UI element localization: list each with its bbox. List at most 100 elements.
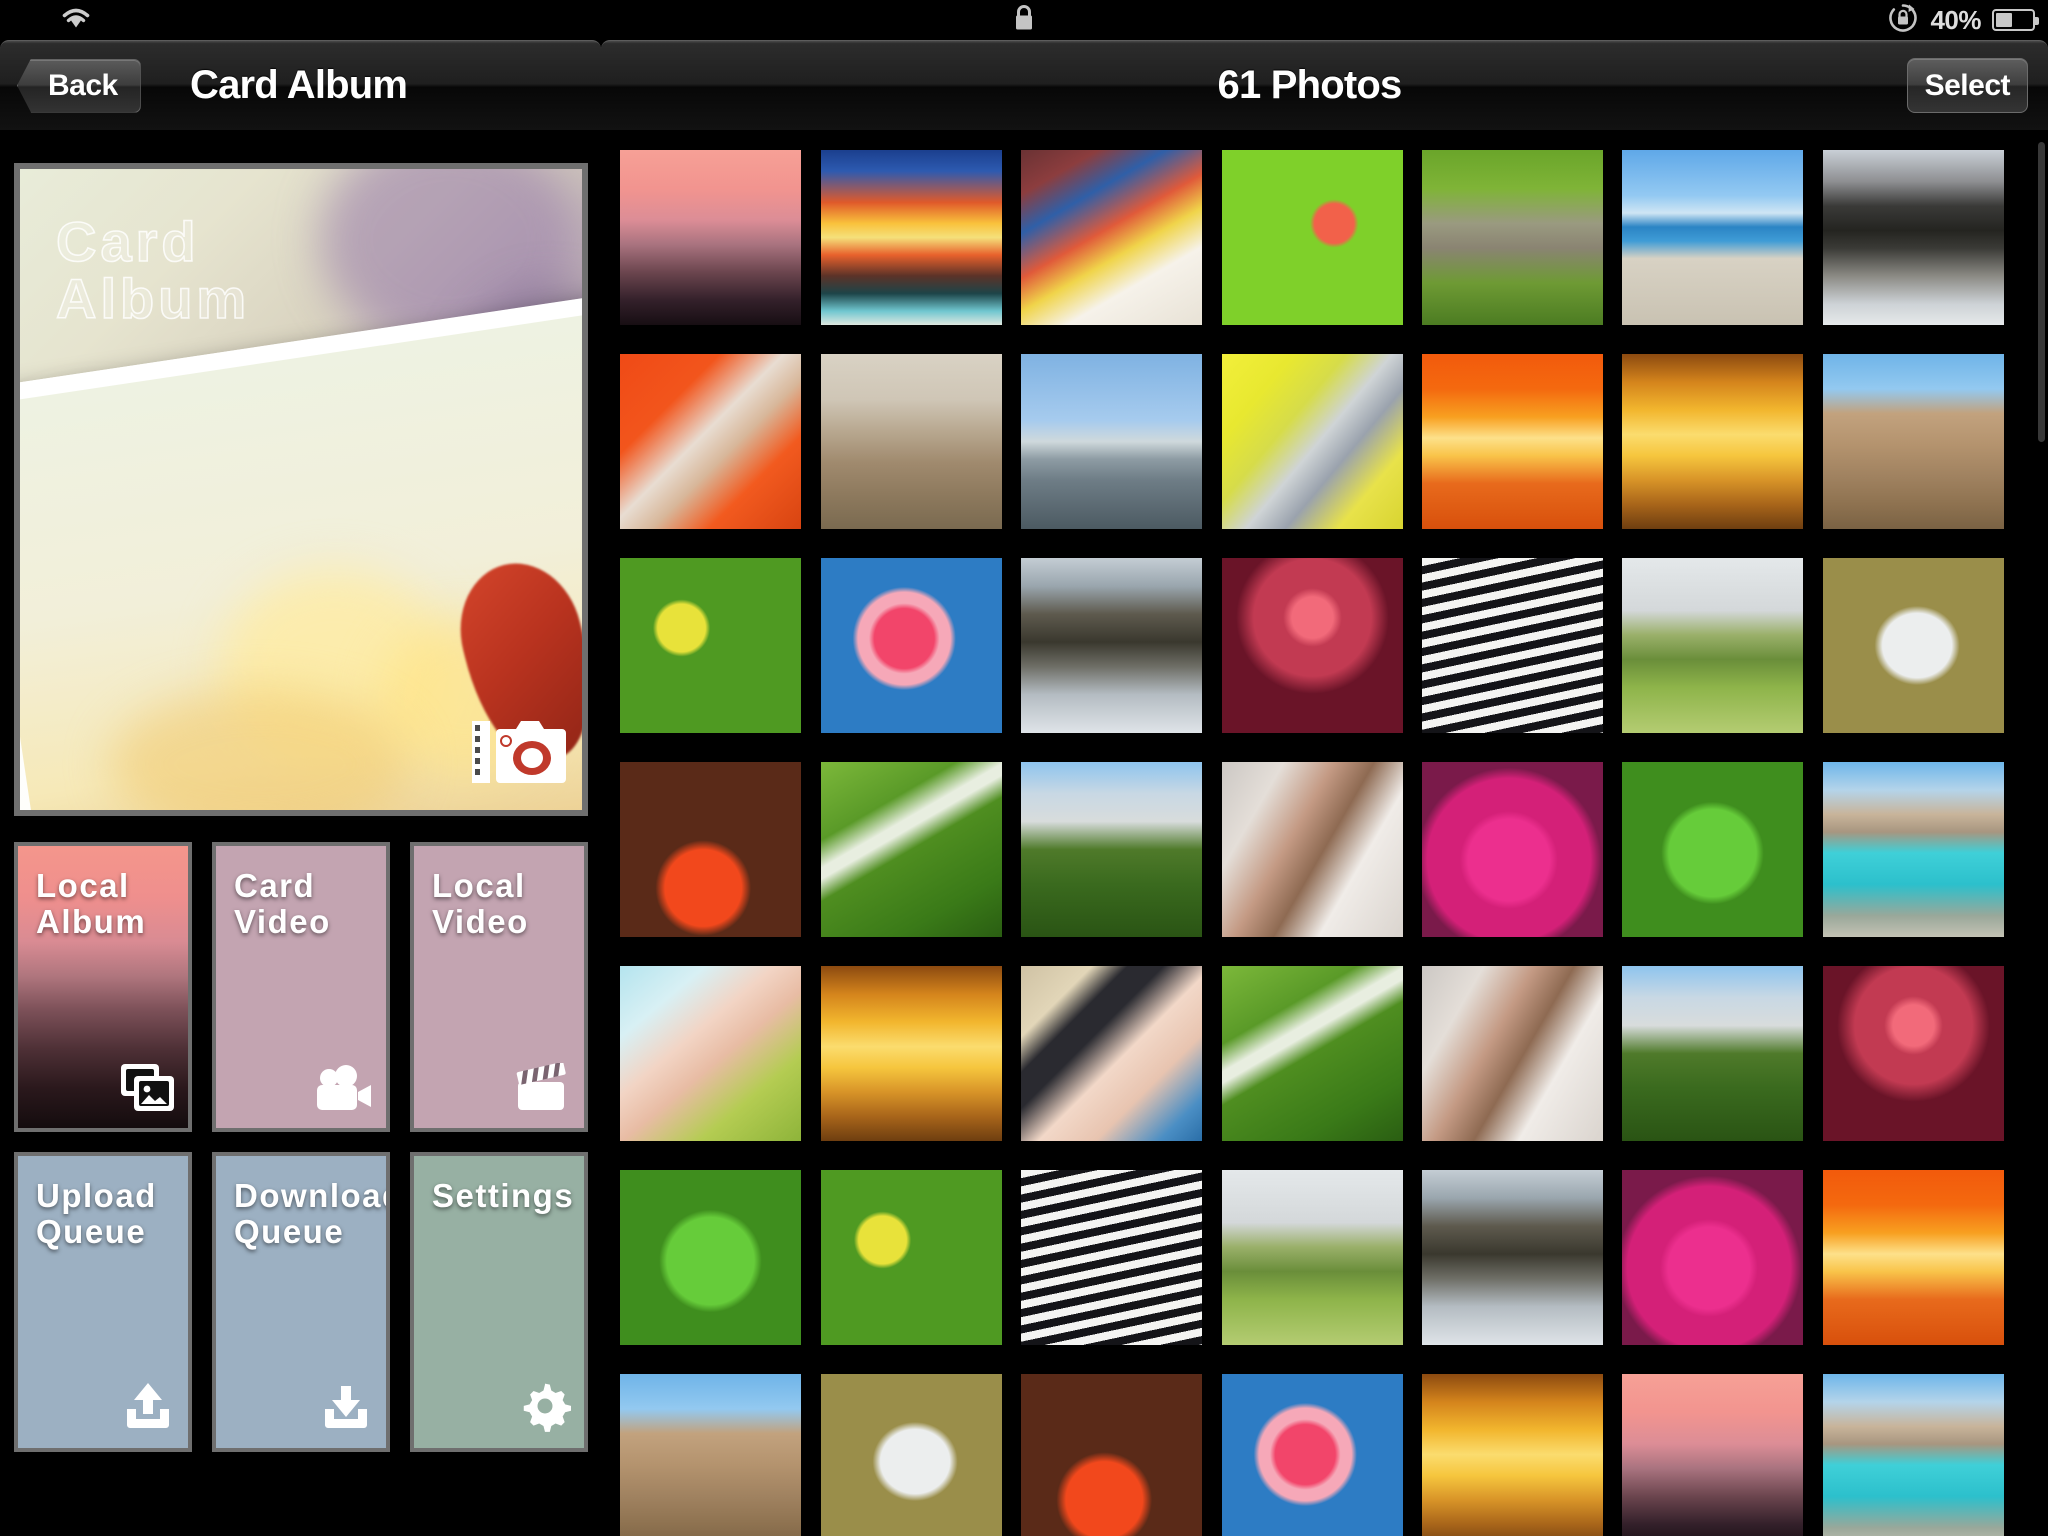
- thumbnail-image: [1021, 1170, 1202, 1345]
- sidebar-item-settings[interactable]: Settings: [410, 1152, 588, 1452]
- photo-thumbnail[interactable]: [1422, 1374, 1603, 1536]
- lock-icon: [1012, 3, 1036, 38]
- photo-thumbnail[interactable]: [1222, 558, 1403, 733]
- select-button[interactable]: Select: [1906, 58, 2028, 113]
- photo-thumbnail[interactable]: [1422, 558, 1603, 733]
- battery-fill: [1996, 13, 2012, 27]
- photo-thumbnail[interactable]: [1021, 558, 1202, 733]
- photo-thumbnail[interactable]: [821, 150, 1002, 325]
- photo-thumbnail[interactable]: [1222, 150, 1403, 325]
- film-camera-icon: [470, 715, 566, 796]
- photo-thumbnail[interactable]: [821, 966, 1002, 1141]
- thumbnail-image: [1823, 354, 2004, 529]
- thumbnail-image: [620, 1170, 801, 1345]
- photo-thumbnail[interactable]: [1222, 354, 1403, 529]
- photo-thumbnail[interactable]: [1622, 1170, 1803, 1345]
- sidebar-item-local-video[interactable]: Local Video: [410, 842, 588, 1132]
- photo-thumbnail[interactable]: [620, 354, 801, 529]
- photo-thumbnail[interactable]: [1823, 1170, 2004, 1345]
- thumbnail-image: [1222, 150, 1403, 325]
- photo-thumbnail[interactable]: [1422, 150, 1603, 325]
- photo-thumbnail[interactable]: [1422, 354, 1603, 529]
- thumbnail-image: [1222, 1374, 1403, 1536]
- upload-tray-icon: [120, 1381, 176, 1438]
- photo-thumbnail[interactable]: [1622, 558, 1803, 733]
- photo-thumbnail[interactable]: [1823, 354, 2004, 529]
- download-tray-icon: [318, 1381, 374, 1438]
- thumbnail-image: [1021, 1374, 1202, 1536]
- thumbnail-image: [1823, 150, 2004, 325]
- photo-thumbnail[interactable]: [1222, 1170, 1403, 1345]
- photo-thumbnail[interactable]: [1021, 1170, 1202, 1345]
- photo-thumbnail[interactable]: [1021, 762, 1202, 937]
- photo-thumbnail[interactable]: [1622, 150, 1803, 325]
- tile-label: Upload Queue: [36, 1177, 157, 1250]
- status-bar-right: 40%: [1887, 2, 2039, 39]
- page-title: Card Album: [190, 63, 408, 107]
- hero-title: Card Album: [55, 210, 251, 331]
- sidebar: Card Album Local Album Card Video Local …: [0, 130, 601, 1536]
- thumbnail-image: [1622, 966, 1803, 1141]
- camcorder-icon: [312, 1065, 374, 1118]
- photo-thumbnail[interactable]: [821, 762, 1002, 937]
- thumbnail-image: [1823, 1170, 2004, 1345]
- thumbnail-image: [1422, 150, 1603, 325]
- back-button[interactable]: Back: [17, 58, 141, 113]
- sidebar-item-upload-queue[interactable]: Upload Queue: [14, 1152, 192, 1452]
- photo-thumbnail[interactable]: [1222, 1374, 1403, 1536]
- device-name-label: iPad: [14, 11, 47, 28]
- battery-icon: [1992, 9, 2039, 31]
- thumbnail-image: [821, 762, 1002, 937]
- thumbnail-image: [1823, 762, 2004, 937]
- photo-thumbnail[interactable]: [1422, 966, 1603, 1141]
- photo-thumbnail[interactable]: [1622, 354, 1803, 529]
- photo-thumbnail[interactable]: [1021, 1374, 1202, 1536]
- photo-thumbnail[interactable]: [1422, 1170, 1603, 1345]
- card-album-hero-tile[interactable]: Card Album: [14, 163, 588, 816]
- photo-thumbnail[interactable]: [1823, 150, 2004, 325]
- thumbnail-image: [821, 1374, 1002, 1536]
- photo-thumbnail[interactable]: [1823, 966, 2004, 1141]
- photo-thumbnail[interactable]: [821, 1374, 1002, 1536]
- thumbnail-image: [1422, 1374, 1603, 1536]
- photo-thumbnail[interactable]: [1823, 558, 2004, 733]
- scroll-indicator[interactable]: [2038, 142, 2045, 442]
- thumbnail-image: [821, 1170, 1002, 1345]
- thumbnail-image: [1622, 762, 1803, 937]
- photo-thumbnail[interactable]: [1222, 762, 1403, 937]
- photo-thumbnail[interactable]: [821, 1170, 1002, 1345]
- photo-thumbnail[interactable]: [1823, 762, 2004, 937]
- thumbnail-image: [1622, 150, 1803, 325]
- photo-thumbnail[interactable]: [1021, 966, 1202, 1141]
- thumbnail-image: [620, 558, 801, 733]
- photo-thumbnail[interactable]: [620, 1374, 801, 1536]
- photo-thumbnail[interactable]: [1622, 966, 1803, 1141]
- photo-grid[interactable]: [601, 130, 2048, 1536]
- photo-thumbnail[interactable]: [620, 1170, 801, 1345]
- thumbnail-image: [1622, 1374, 1803, 1536]
- tile-label: Local Album: [36, 867, 147, 940]
- photo-thumbnail[interactable]: [1823, 1374, 2004, 1536]
- sidebar-item-download-queue[interactable]: Download Queue: [212, 1152, 390, 1452]
- photo-thumbnail[interactable]: [1622, 1374, 1803, 1536]
- thumbnail-image: [1823, 558, 2004, 733]
- photo-thumbnail[interactable]: [1021, 150, 1202, 325]
- photo-thumbnail[interactable]: [620, 762, 801, 937]
- photo-thumbnail[interactable]: [620, 558, 801, 733]
- left-navigation-bar: Back Card Album: [0, 40, 601, 130]
- tile-label: Card Video: [234, 867, 331, 940]
- photo-thumbnail[interactable]: [620, 966, 801, 1141]
- thumbnail-image: [821, 966, 1002, 1141]
- sidebar-item-local-album[interactable]: Local Album: [14, 842, 192, 1132]
- photo-thumbnail[interactable]: [1622, 762, 1803, 937]
- status-bar-left: iPad: [0, 5, 93, 35]
- thumbnail-image: [1222, 966, 1403, 1141]
- photo-thumbnail[interactable]: [821, 354, 1002, 529]
- photo-thumbnail[interactable]: [1021, 354, 1202, 529]
- thumbnail-image: [1422, 558, 1603, 733]
- photo-thumbnail[interactable]: [1222, 966, 1403, 1141]
- photo-thumbnail[interactable]: [1422, 762, 1603, 937]
- photo-thumbnail[interactable]: [821, 558, 1002, 733]
- sidebar-item-card-video[interactable]: Card Video: [212, 842, 390, 1132]
- photo-thumbnail[interactable]: [620, 150, 801, 325]
